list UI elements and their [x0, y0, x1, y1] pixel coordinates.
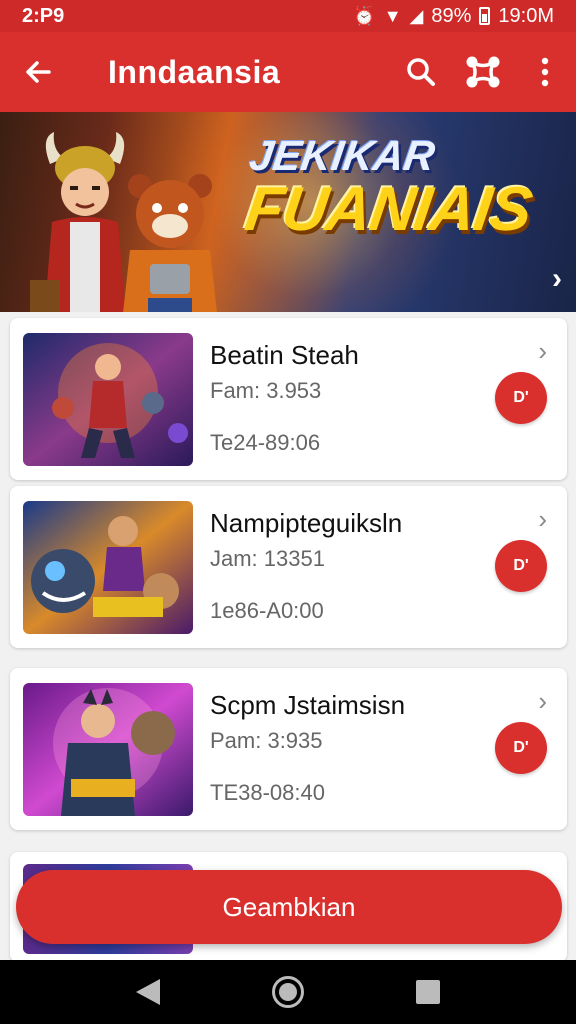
battery-icon [479, 7, 491, 25]
nav-recents-icon[interactable] [416, 980, 440, 1004]
item-thumbnail-art [23, 333, 193, 466]
alarm-icon: ⏰ [353, 5, 376, 26]
item-thumbnail [23, 333, 193, 466]
status-clock: 19:0M [498, 4, 554, 27]
item-date: 1e86-A0:00 [210, 598, 324, 623]
status-time: 2:P9 [22, 4, 65, 27]
item-play-button[interactable]: D' [495, 540, 547, 592]
item-thumbnail-art [23, 683, 193, 816]
share-icon [466, 56, 500, 88]
banner-title-line2: FUANIAIS [241, 175, 536, 244]
banner-title-line1: JEKIKAR [246, 132, 438, 179]
banner-next-icon[interactable]: › [552, 262, 562, 296]
page-title: Inndaansia [108, 53, 281, 90]
system-nav-bar [0, 960, 576, 1024]
chevron-right-icon[interactable]: › [538, 686, 547, 717]
item-title: Scpm Jstaimsisn [210, 690, 406, 720]
more-button[interactable] [514, 32, 576, 112]
chevron-right-icon[interactable]: › [538, 504, 547, 535]
list-item[interactable]: Beatin Steah Fam: 3.953 Te24-89:06 › D' [10, 318, 567, 480]
more-vert-icon [541, 57, 549, 87]
item-play-label: D' [513, 739, 529, 756]
app-bar: Inndaansia [0, 32, 576, 112]
back-button[interactable] [0, 32, 76, 112]
status-bar: 2:P9 ⏰ ▼ ◢ 89% 19:0M [0, 0, 576, 32]
item-subtitle: Pam: 3:935 [210, 728, 323, 753]
item-play-label: D' [513, 389, 529, 406]
status-icons: ⏰ ▼ ◢ 89% 19:0M [353, 5, 554, 28]
search-button[interactable] [390, 32, 452, 112]
search-icon [407, 58, 435, 86]
nav-home-icon[interactable] [272, 976, 304, 1008]
item-play-button[interactable]: D' [495, 372, 547, 424]
primary-action-button[interactable]: Geambkian [16, 870, 562, 944]
item-title: Beatin Steah [210, 340, 359, 370]
back-arrow-icon [26, 61, 51, 83]
chevron-right-icon[interactable]: › [538, 336, 547, 367]
item-date: Te24-89:06 [210, 430, 321, 455]
signal-icon: ◢ [409, 5, 424, 26]
item-thumbnail [23, 683, 193, 816]
list-item[interactable]: Scpm Jstaimsisn Pam: 3:935 TE38-08:40 › … [10, 668, 567, 830]
nav-back-icon[interactable] [136, 979, 160, 1005]
item-play-button[interactable]: D' [495, 722, 547, 774]
item-date: TE38-08:40 [210, 780, 325, 805]
share-button[interactable] [452, 32, 514, 112]
item-title: Nampipteguiksln [210, 508, 403, 538]
item-subtitle: Jam: 13351 [210, 546, 325, 571]
hero-banner[interactable]: JEKIKAR FUANIAIS › [0, 112, 576, 312]
item-thumbnail [23, 501, 193, 634]
item-subtitle: Fam: 3.953 [210, 378, 322, 403]
item-play-label: D' [513, 557, 529, 574]
bear-hero-illustration [123, 174, 217, 312]
battery-percent: 89% [431, 4, 472, 27]
item-thumbnail-art [23, 501, 193, 634]
wifi-icon: ▼ [383, 5, 402, 26]
list-item[interactable]: Nampipteguiksln Jam: 13351 1e86-A0:00 › … [10, 486, 567, 648]
